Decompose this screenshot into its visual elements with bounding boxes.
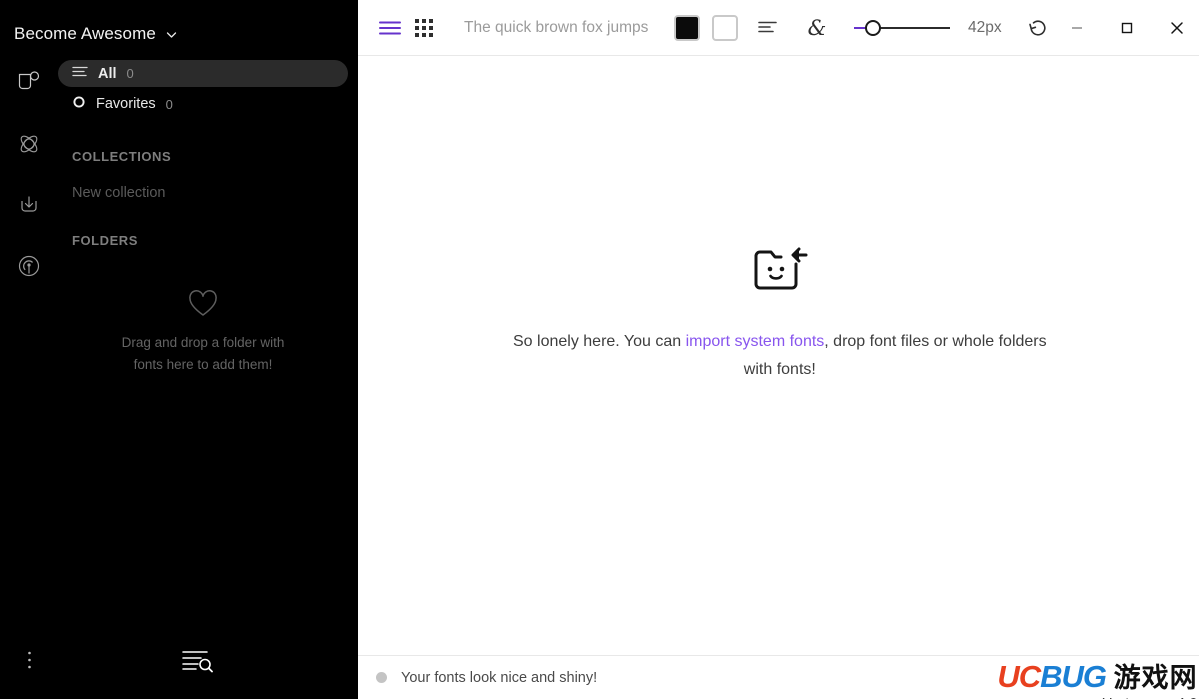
grid-view-icon[interactable] xyxy=(410,13,438,43)
import-system-fonts-link[interactable]: import system fonts xyxy=(686,333,825,350)
watermark: UCBUG 游戏网 Up to.com4.0 xyxy=(978,661,1198,699)
folders-empty-state: Drag and drop a folder with fonts here t… xyxy=(58,290,348,376)
font-size-value: 42px xyxy=(968,18,1002,36)
sidebar-item-favorites-count: 0 xyxy=(165,96,173,112)
heart-icon xyxy=(188,290,218,320)
sidebar-rail xyxy=(0,50,58,610)
watermark-uc: UC xyxy=(997,659,1041,694)
empty-state-message: So lonely here. You can import system fo… xyxy=(510,328,1050,384)
more-vertical-icon[interactable] xyxy=(0,650,58,670)
empty-state: So lonely here. You can import system fo… xyxy=(358,56,1199,655)
sidebar-footer xyxy=(0,621,358,699)
status-dot-icon xyxy=(376,672,387,683)
maximize-icon[interactable] xyxy=(1102,0,1152,56)
font-size-slider[interactable] xyxy=(854,15,950,41)
list-view-icon[interactable] xyxy=(376,13,404,43)
circle-icon xyxy=(72,95,86,114)
foreground-color-swatch[interactable] xyxy=(674,14,700,41)
background-color-swatch[interactable] xyxy=(712,14,738,41)
ampersand-icon[interactable]: & xyxy=(802,13,832,43)
sidebar-item-all-label: All xyxy=(98,65,117,82)
folder-smile-import-icon xyxy=(752,242,808,292)
list-icon xyxy=(72,65,88,83)
preview-text-input[interactable] xyxy=(464,18,664,37)
list-search-icon[interactable] xyxy=(58,647,358,673)
sidebar-item-favorites[interactable]: Favorites 0 xyxy=(58,91,348,117)
svg-text:&: & xyxy=(808,16,827,40)
sidebar-item-all[interactable]: All 0 xyxy=(58,60,348,87)
main-panel: & 42px xyxy=(358,0,1199,699)
new-collection-button[interactable]: New collection xyxy=(58,185,348,201)
watermark-cn: 游戏网 xyxy=(1113,663,1198,694)
download-icon[interactable] xyxy=(14,190,44,220)
watermark-title: UCBUG 游戏网 xyxy=(978,661,1198,692)
align-left-icon[interactable] xyxy=(754,13,782,43)
status-bar: Your fonts look nice and shiny! UCBUG 游戏… xyxy=(358,655,1199,699)
watermark-subtitle: Up to.com4.0 xyxy=(978,693,1198,699)
watermark-bottom-pre: Up to. xyxy=(1102,695,1142,699)
fonts-badge-icon[interactable] xyxy=(14,68,44,98)
reset-icon[interactable] xyxy=(1024,13,1052,43)
status-text: Your fonts look nice and shiny! xyxy=(401,669,598,686)
app-window: Become Awesome All 0 Favorites 0 COLLECT… xyxy=(0,0,1199,699)
chevron-down-icon[interactable] xyxy=(165,28,178,41)
broadcast-icon[interactable] xyxy=(14,251,44,281)
folders-empty-line2: fonts here to add them! xyxy=(133,356,273,372)
slider-handle[interactable] xyxy=(865,19,881,36)
window-controls xyxy=(1052,0,1199,56)
watermark-bug: BUG xyxy=(1040,659,1107,694)
toolbar: & 42px xyxy=(358,0,1199,56)
folders-empty-line1: Drag and drop a folder with xyxy=(121,335,285,350)
minimize-icon[interactable] xyxy=(1052,0,1102,56)
sidebar-content: All 0 Favorites 0 COLLECTIONS New collec… xyxy=(58,50,358,610)
watermark-bottom-ver: 4.0 xyxy=(1177,695,1198,699)
sidebar-body: All 0 Favorites 0 COLLECTIONS New collec… xyxy=(0,50,358,610)
sidebar: Become Awesome All 0 Favorites 0 COLLECT… xyxy=(0,0,358,699)
sidebar-item-favorites-label: Favorites xyxy=(96,96,156,112)
workspace-selector[interactable]: Become Awesome xyxy=(0,0,358,50)
atom-icon[interactable] xyxy=(14,129,44,159)
sidebar-item-all-count: 0 xyxy=(126,66,134,81)
folders-heading: FOLDERS xyxy=(72,233,138,248)
folders-empty-text: Drag and drop a folder with fonts here t… xyxy=(122,332,285,376)
watermark-bottom-com: com xyxy=(1142,693,1177,699)
collections-heading: COLLECTIONS xyxy=(72,149,172,164)
close-icon[interactable] xyxy=(1152,0,1199,56)
workspace-title: Become Awesome xyxy=(14,24,156,43)
empty-message-pre: So lonely here. You can xyxy=(513,332,686,350)
